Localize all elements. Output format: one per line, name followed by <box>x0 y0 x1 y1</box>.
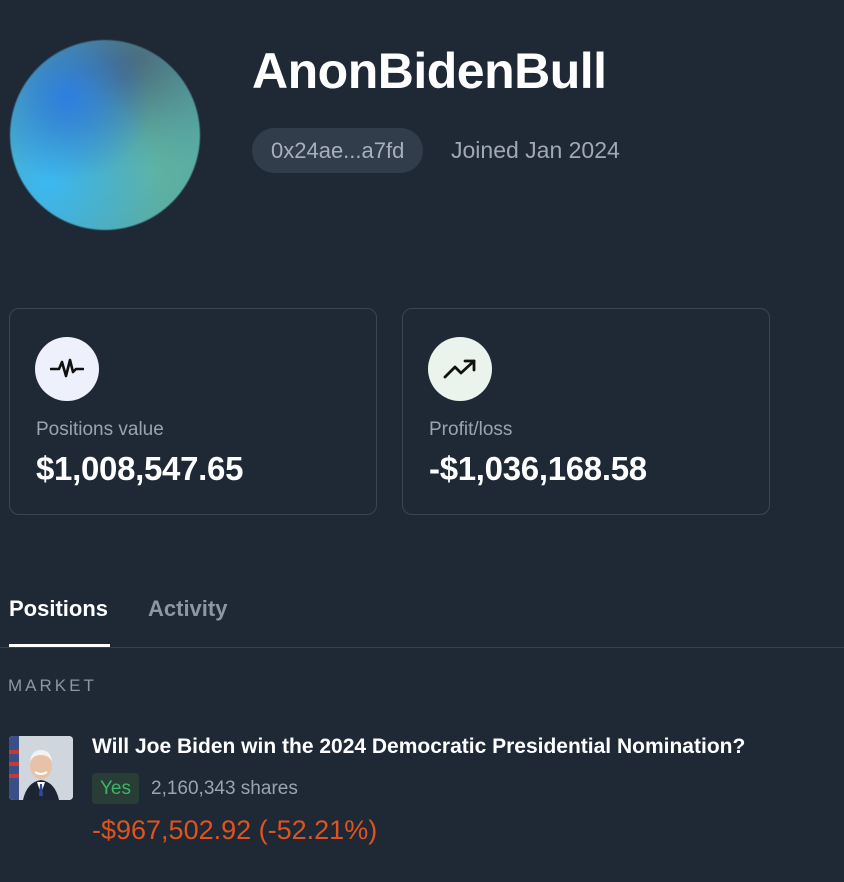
positions-value-amount: $1,008,547.65 <box>36 450 244 487</box>
activity-pulse-icon <box>35 337 99 401</box>
tab-positions[interactable]: Positions <box>9 590 108 628</box>
outcome-badge: Yes <box>92 773 139 804</box>
positions-value-label: Positions value <box>36 419 164 440</box>
avatar <box>10 40 200 230</box>
market-thumbnail[interactable] <box>9 736 73 800</box>
joined-date: Joined Jan 2024 <box>451 137 620 163</box>
joe-biden-portrait-icon <box>9 736 73 800</box>
username: AnonBidenBull <box>252 43 607 99</box>
positions-value-card: Positions value $1,008,547.65 <box>9 308 377 515</box>
profit-loss-label: Profit/loss <box>429 419 513 440</box>
market-column-header: MARKET <box>8 676 97 695</box>
market-title-link[interactable]: Will Joe Biden win the 2024 Democratic P… <box>92 735 745 759</box>
trending-up-icon <box>428 337 492 401</box>
tabs-divider <box>0 647 844 648</box>
tabs-bar: Positions Activity <box>9 590 844 648</box>
profit-loss-amount: -$1,036,168.58 <box>429 450 647 487</box>
wallet-address-pill[interactable]: 0x24ae...a7fd <box>252 128 424 173</box>
profit-loss-card: Profit/loss -$1,036,168.58 <box>402 308 770 515</box>
tab-activity[interactable]: Activity <box>148 590 227 628</box>
position-pnl: -$967,502.92 (-52.21%) <box>92 815 378 845</box>
shares-count: 2,160,343 shares <box>151 778 298 799</box>
